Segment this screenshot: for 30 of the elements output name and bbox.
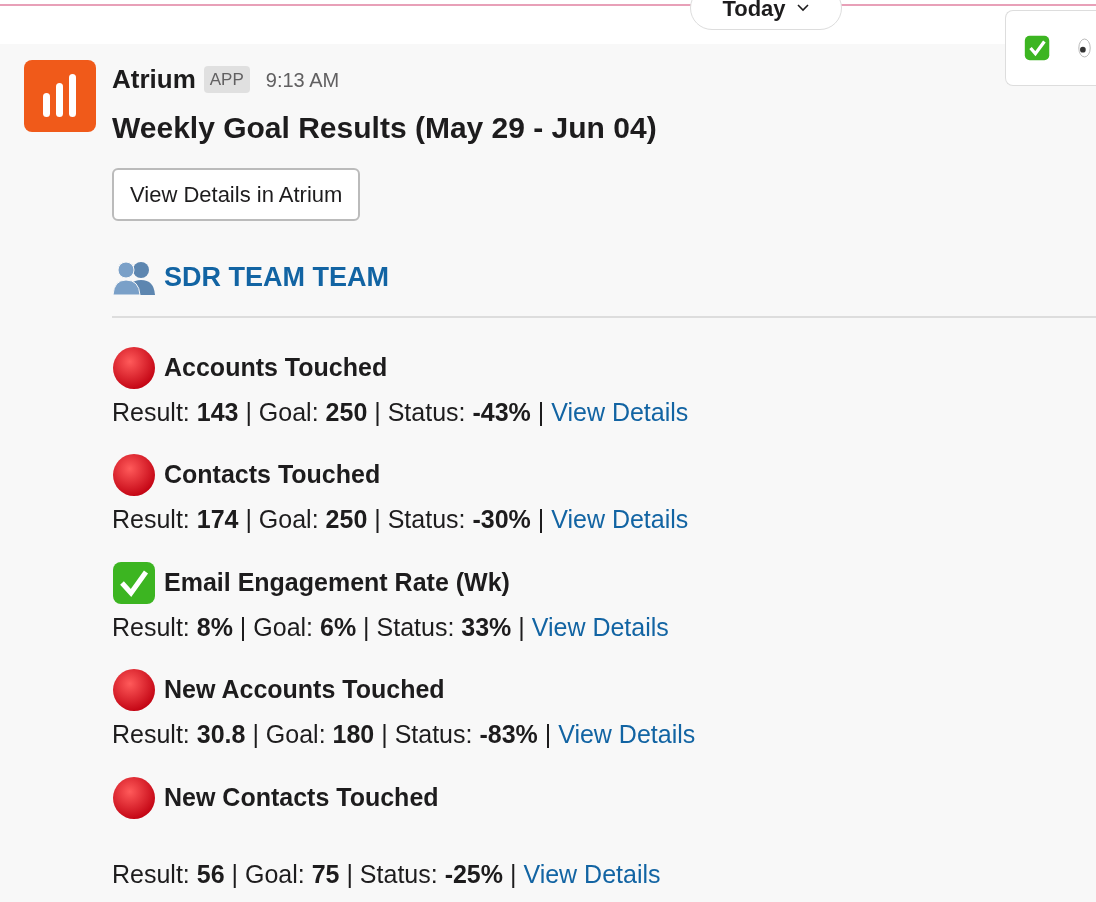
message-time[interactable]: 9:13 AM — [265, 64, 340, 95]
goal-name: Accounts Touched — [164, 351, 388, 383]
circle-icon — [112, 453, 156, 497]
sender-name[interactable]: Atrium — [112, 60, 196, 99]
circle-icon — [112, 775, 156, 820]
goal-name: Email Engagement Rate (Wk) — [164, 566, 510, 598]
goal-summary: Result: 56 | Goal: 75 | Status: -25% | View Details — [112, 858, 662, 890]
goal-summary: Result: 8% | Goal: 6% | Status: 33% | View Details — [112, 611, 670, 643]
goal-name: New Accounts Touched — [164, 674, 445, 706]
circle-icon — [112, 668, 156, 712]
people-icon — [112, 259, 156, 296]
view-details-link[interactable]: View Details — [531, 612, 669, 641]
view-details-link[interactable]: View Details — [523, 859, 661, 888]
app-tag: APP — [203, 65, 250, 94]
goal-summary: Result: 30.8 | Goal: 180 | Status: -83% | View Details — [112, 719, 697, 750]
goal-name: Contacts Touched — [164, 459, 381, 491]
view-details-button[interactable]: View Details in Atrium — [112, 168, 361, 221]
goal-summary: Result: 143 | Goal: 250 | Status: -43% | View Details — [112, 396, 690, 428]
message-title: Weekly Goal Results (May 29 - Jun 04) — [112, 110, 658, 146]
check-mark-icon — [112, 560, 156, 605]
goal-summary: Result: 174 | Goal: 250 | Status: -30% | View Details — [112, 504, 690, 535]
date-divider-button[interactable]: Today — [690, 0, 842, 30]
goal-name: New Contacts Touched — [164, 781, 439, 813]
view-details-link[interactable]: View Details — [551, 397, 689, 426]
view-details-link[interactable]: View Details — [558, 720, 696, 748]
team-link[interactable]: SDR TEAM TEAM — [164, 257, 389, 298]
app-logo[interactable] — [24, 60, 96, 132]
circle-icon — [112, 345, 156, 390]
chevron-down-icon — [795, 3, 810, 13]
view-details-link[interactable]: View Details — [551, 505, 689, 533]
